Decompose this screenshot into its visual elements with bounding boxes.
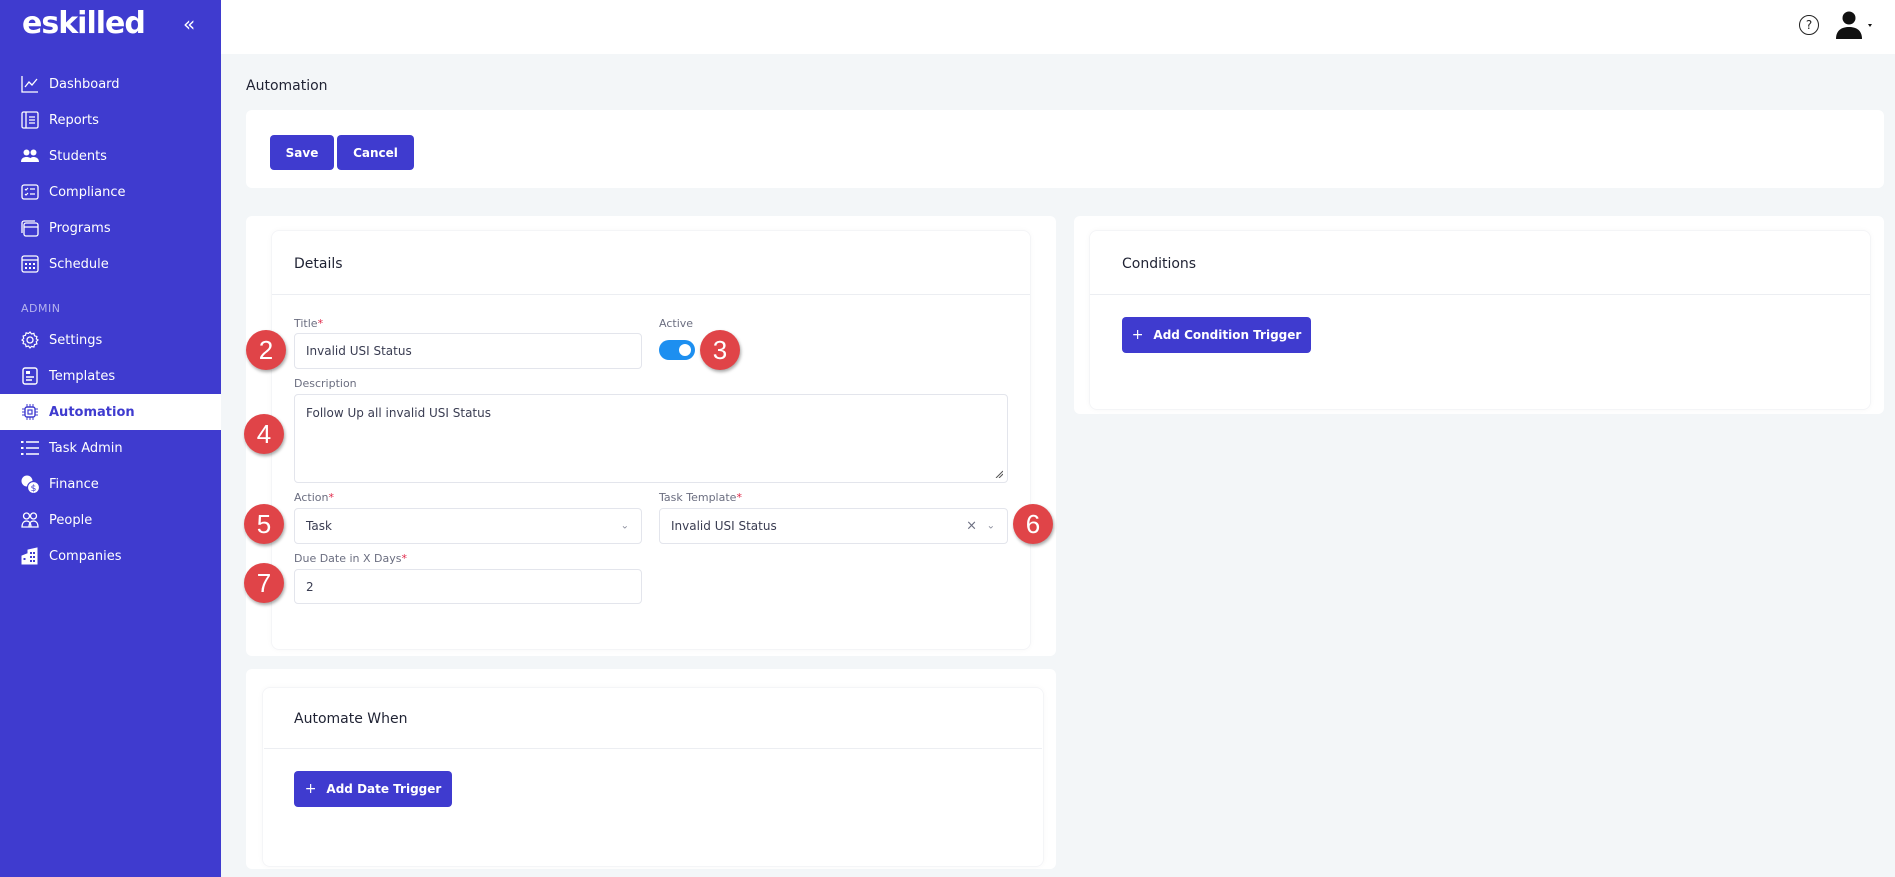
plus-icon: + [304,781,317,797]
svg-text:$: $ [30,484,36,494]
chevron-down-icon: ⌄ [986,520,995,532]
task-template-select[interactable]: Invalid USI Status × ⌄ [659,508,1008,544]
sidebar-item-companies[interactable]: Companies [0,538,221,574]
annotation-marker-5: 5 [244,504,284,544]
description-textarea[interactable]: Follow Up all invalid USI Status [294,394,1008,483]
action-select-value: Task [306,519,332,533]
building-icon [20,546,40,566]
sidebar-section-admin: ADMIN [21,302,61,315]
sidebar-item-label: Templates [49,368,116,384]
window-stack-icon [20,218,40,238]
sidebar-item-label: Schedule [49,256,109,272]
details-card: Details Title* Invalid USI Status Active… [246,216,1056,656]
user-menu-button[interactable] [1835,10,1875,40]
sidebar-item-label: People [49,512,93,528]
eskilled-logo[interactable]: eskilled [22,6,146,41]
toggle-knob [679,344,691,356]
sidebar-item-automation[interactable]: Automation [0,394,221,430]
sidebar-item-label: Students [49,148,107,164]
sidebar-item-students[interactable]: Students [0,138,221,174]
title-input[interactable]: Invalid USI Status [294,333,642,369]
sidebar-item-programs[interactable]: Programs [0,210,221,246]
gear-icon [20,330,40,350]
report-icon [20,110,40,130]
sidebar-item-finance[interactable]: $ Finance [0,466,221,502]
title-label: Title* [294,317,324,330]
task-template-label: Task Template* [659,491,742,504]
chevron-down-icon: ⌄ [620,520,629,532]
add-condition-trigger-label: Add Condition Trigger [1153,328,1302,342]
action-label: Action* [294,491,334,504]
template-icon [20,366,40,386]
sidebar-item-label: Automation [49,404,135,420]
sidebar-nav: Dashboard Reports Students Compliance Pr… [0,66,221,574]
sidebar-item-settings[interactable]: Settings [0,322,221,358]
due-date-input[interactable]: 2 [294,569,642,604]
coins-icon: $ [20,474,40,494]
active-toggle[interactable] [659,340,695,360]
clear-icon[interactable]: × [966,519,977,534]
action-select[interactable]: Task ⌄ [294,508,642,544]
chart-line-icon [20,74,40,94]
annotation-marker-3: 3 [700,330,740,370]
sidebar-item-reports[interactable]: Reports [0,102,221,138]
automate-when-card: Automate When + Add Date Trigger [246,669,1056,869]
toolbar-card: Save Cancel [246,110,1884,188]
sidebar-item-schedule[interactable]: Schedule [0,246,221,282]
due-date-label: Due Date in X Days* [294,552,408,565]
automate-when-title: Automate When [294,711,408,727]
sidebar-item-label: Programs [49,220,111,236]
annotation-marker-4: 4 [244,414,284,454]
chip-icon [20,402,40,422]
add-date-trigger-label: Add Date Trigger [326,782,442,796]
plus-icon: + [1131,327,1144,343]
sidebar-item-label: Companies [49,548,122,564]
sidebar-item-label: Reports [49,112,99,128]
resize-handle-icon[interactable] [995,470,1003,478]
sidebar-item-people[interactable]: People [0,502,221,538]
sidebar-item-dashboard[interactable]: Dashboard [0,66,221,102]
sidebar-item-label: Settings [49,332,103,348]
add-date-trigger-button[interactable]: + Add Date Trigger [294,771,452,807]
user-avatar-icon [1836,11,1872,39]
automate-when-divider [264,748,1042,749]
help-circle-icon[interactable]: ? [1799,15,1819,35]
list-icon [20,438,40,458]
sidebar-item-templates[interactable]: Templates [0,358,221,394]
sidebar-item-label: Task Admin [49,440,123,456]
description-label: Description [294,377,357,390]
people-icon [20,510,40,530]
conditions-card: Conditions + Add Condition Trigger [1074,216,1884,414]
sidebar-item-task-admin[interactable]: Task Admin [0,430,221,466]
save-button[interactable]: Save [270,135,334,170]
calendar-icon [20,254,40,274]
details-divider [272,294,1030,295]
page-title: Automation [246,78,328,94]
users-icon [20,146,40,166]
task-template-select-value: Invalid USI Status [671,519,777,533]
checklist-icon [20,182,40,202]
chevrons-left-icon[interactable]: « [183,12,195,36]
annotation-marker-2: 2 [246,330,286,370]
cancel-button[interactable]: Cancel [337,135,414,170]
annotation-marker-7: 7 [244,563,284,603]
active-label: Active [659,317,694,330]
annotation-marker-6: 6 [1013,504,1053,544]
conditions-title: Conditions [1122,256,1197,272]
details-title: Details [294,256,343,272]
sidebar-item-label: Finance [49,476,99,492]
topbar: ? [221,0,1895,54]
sidebar-item-compliance[interactable]: Compliance [0,174,221,210]
conditions-divider [1090,294,1870,295]
sidebar: eskilled « Dashboard Reports Students Co… [0,0,221,877]
sidebar-item-label: Compliance [49,184,126,200]
sidebar-item-label: Dashboard [49,76,120,92]
add-condition-trigger-button[interactable]: + Add Condition Trigger [1122,317,1311,353]
